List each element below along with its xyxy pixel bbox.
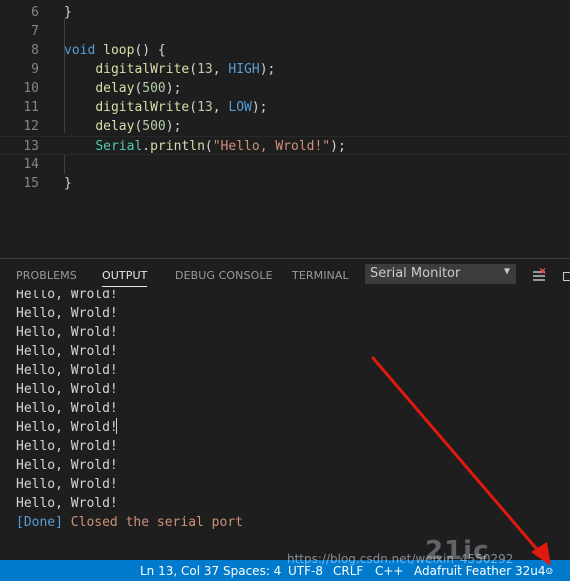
code-line[interactable]: 9 digitalWrite(13, HIGH); [0,60,570,79]
code-token: void [64,43,96,58]
code-token: } [64,176,72,191]
code-line[interactable]: 12 delay(500); [0,117,570,136]
line-number: 10 [23,81,39,96]
code-text: Serial.println("Hello, Wrold!"); [64,137,346,156]
code-token: , [212,100,229,115]
code-token: loop [103,43,135,58]
code-token: ); [259,62,276,77]
watermark-url: https://blog.csdn.net/weixin_4550292 [287,552,514,566]
output-line: Hello, Wrold! [16,363,118,378]
code-token: ); [330,139,346,154]
code-line[interactable]: 13 Serial.println("Hello, Wrold!"); [0,136,570,155]
output-final-line: [Done] Closed the serial port [16,513,243,532]
tab-terminal[interactable]: TERMINAL [292,269,349,282]
code-token: delay [95,81,135,96]
line-number: 14 [23,157,39,172]
output-line: Hello, Wrold! [16,477,118,492]
code-token: ); [165,81,182,96]
code-token: } [64,5,72,20]
code-token: digitalWrite [95,100,190,115]
code-line[interactable]: 11 digitalWrite(13, LOW); [0,98,570,117]
line-number: 13 [23,139,39,154]
code-token: 500 [142,119,166,134]
code-token: digitalWrite [95,62,190,77]
code-text: digitalWrite(13, LOW); [64,98,268,117]
language-mode[interactable]: C++ [375,564,404,578]
code-token: . [142,139,151,154]
code-token: , [212,62,229,77]
output-channel-select[interactable]: Serial Monitor ▼ [365,264,516,284]
maximize-panel-icon[interactable] [563,272,570,281]
output-line: Hello, Wrold! [16,439,118,454]
code-token: "Hello, Wrold!" [212,139,331,154]
code-line[interactable]: 14 [0,155,570,174]
closed-port-message: Closed the serial port [70,515,243,530]
code-token: HIGH [228,62,260,77]
code-text: void loop() { [64,41,166,60]
output-channel-value: Serial Monitor [370,266,461,281]
line-number: 12 [23,119,39,134]
output-line: Hello, Wrold! [16,496,118,511]
line-number: 7 [31,24,39,39]
output-line: Hello, Wrold! [16,306,118,321]
code-line[interactable]: 6} [0,3,570,22]
output-line: Hello, Wrold! [16,458,118,473]
output-panel[interactable]: Hello, Wrold! Hello, Wrold! Hello, Wrold! H… [0,290,570,560]
code-token: ); [165,119,182,134]
line-ending[interactable]: CRLF [333,564,363,578]
code-line[interactable]: 7 [0,22,570,41]
output-line: Hello, Wrold! [16,420,118,435]
code-text: delay(500); [64,117,181,136]
code-text: delay(500); [64,79,181,98]
cursor-position[interactable]: Ln 13, Col 37 [140,564,219,578]
output-line: Hello, Wrold! [16,290,118,302]
code-line[interactable]: 8 void loop() { [0,41,570,60]
code-text: } [64,3,72,22]
code-text: } [64,174,72,193]
tab-output[interactable]: OUTPUT [102,269,148,287]
clear-output-icon[interactable] [532,268,546,284]
chevron-down-icon: ▼ [503,266,510,277]
code-token: 13 [197,100,213,115]
board-selector[interactable]: Adafruit Feather 32u4 [414,564,546,578]
code-token: ( [204,139,213,154]
tab-problems[interactable]: PROBLEMS [16,269,77,282]
code-token: 13 [197,62,213,77]
code-line[interactable]: 10 delay(500); [0,79,570,98]
line-number: 6 [31,5,39,20]
code-line[interactable]: 15} [0,174,570,193]
line-number: 11 [23,100,39,115]
code-text: digitalWrite(13, HIGH); [64,60,275,79]
output-line: Hello, Wrold! [16,382,118,397]
line-number: 9 [31,62,39,77]
tab-debug-console[interactable]: DEBUG CONSOLE [175,269,273,282]
done-tag: [Done] [16,515,63,530]
encoding[interactable]: UTF-8 [288,564,323,578]
code-editor[interactable]: 6} 7 8 void loop() {9 digitalWrite(13, HIGH… [0,0,570,258]
line-number: 8 [31,43,39,58]
code-token: Serial [95,139,143,154]
line-number: 15 [23,176,39,191]
code-token: delay [95,119,135,134]
code-token: 500 [142,81,166,96]
code-token: () { [134,43,166,58]
output-line: Hello, Wrold! [16,325,118,340]
code-token: LOW [228,100,252,115]
output-line: Hello, Wrold! [16,401,118,416]
code-token: println [150,139,205,154]
indentation[interactable]: Spaces: 4 [223,564,281,578]
feedback-icon[interactable]: ☺ [546,565,553,578]
code-token: ( [189,100,198,115]
code-token: ); [251,100,268,115]
output-line: Hello, Wrold! [16,344,118,359]
code-token: ( [189,62,198,77]
text-cursor [116,418,117,434]
